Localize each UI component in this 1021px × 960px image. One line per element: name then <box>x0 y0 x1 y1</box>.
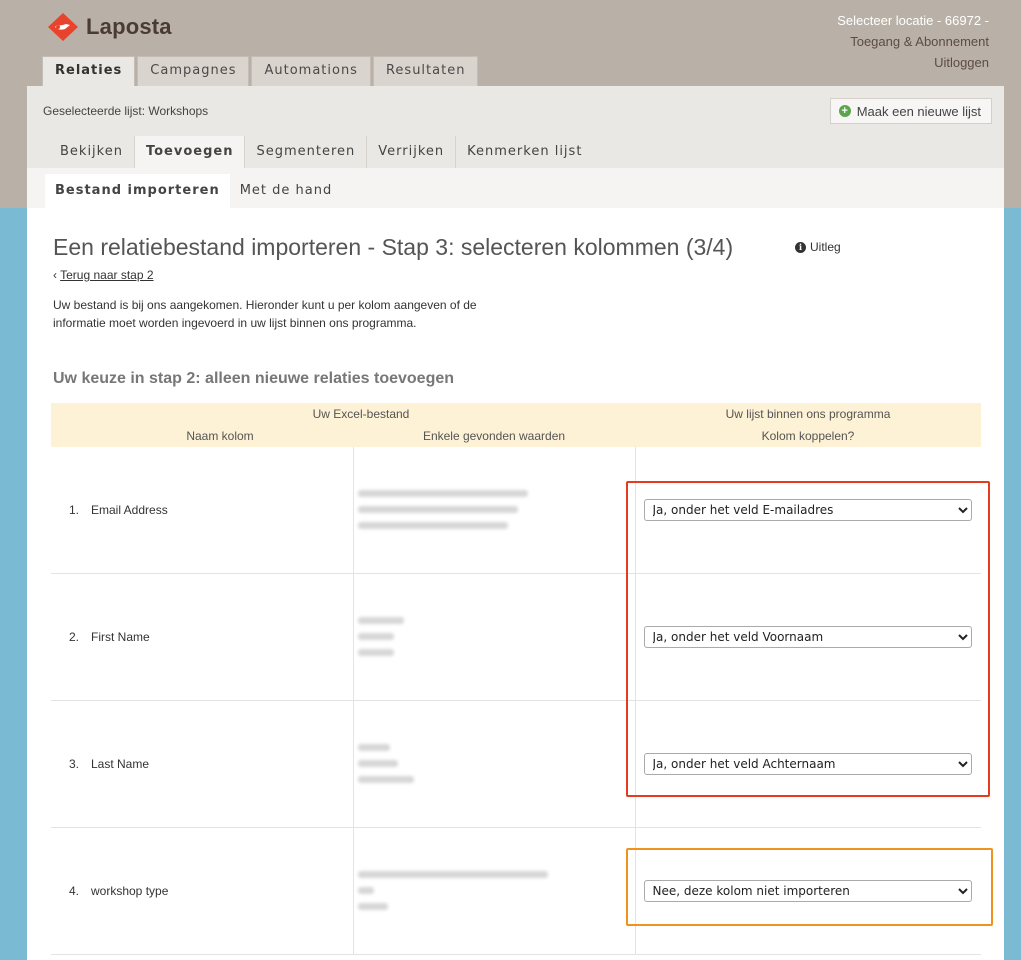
column-mapping-select[interactable]: Ja, onder het veld Achternaam <box>643 752 972 775</box>
header-num <box>51 425 87 447</box>
logo[interactable]: Laposta <box>46 12 172 42</box>
header-found-values: Enkele gevonden waarden <box>353 425 635 447</box>
row-number: 1. <box>51 447 87 574</box>
logo-text: Laposta <box>86 14 172 39</box>
table-row: 3. Last Name Ja, onder het veld Achterna… <box>51 700 981 828</box>
main-content: Een relatiebestand importeren - Stap 3: … <box>27 208 1004 960</box>
found-values-redacted <box>352 700 635 828</box>
help-link[interactable]: i Uitleg <box>795 240 841 254</box>
column-mapping-select[interactable]: Ja, onder het veld Voornaam <box>643 625 972 648</box>
mapping-cell: Ja, onder het veld Voornaam <box>634 573 981 701</box>
chevron-left-icon: ‹ <box>53 268 57 282</box>
sub-tabs: Bekijken Toevoegen Segmenteren Verrijken… <box>27 136 1004 168</box>
found-values-redacted <box>352 827 635 955</box>
selected-list-label: Geselecteerde lijst: Workshops <box>43 104 209 118</box>
back-link-label: Terug naar stap 2 <box>60 268 154 282</box>
found-values-redacted <box>352 573 635 701</box>
column-name: First Name <box>87 573 353 701</box>
logout-link[interactable]: Uitloggen <box>837 52 989 73</box>
header-column-name: Naam kolom <box>87 425 353 447</box>
column-mapping-select[interactable]: Ja, onder het veld E-mailadres <box>643 498 972 521</box>
tab-verrijken[interactable]: Verrijken <box>367 136 457 168</box>
table-row: 2. First Name Ja, onder het veld Voornaa… <box>51 573 981 701</box>
mapping-cell: Nee, deze kolom niet importeren <box>634 827 981 955</box>
import-tabs: Bestand importeren Met de hand <box>27 168 1004 208</box>
page-title: Een relatiebestand importeren - Stap 3: … <box>53 234 734 260</box>
tab-bestand-importeren[interactable]: Bestand importeren <box>45 174 230 208</box>
column-name: workshop type <box>87 827 353 955</box>
new-list-label: Maak een nieuwe lijst <box>856 103 981 119</box>
tab-segmenteren[interactable]: Segmenteren <box>245 136 368 168</box>
info-icon: i <box>795 241 806 253</box>
group-header-program: Uw lijst binnen ons programma <box>635 403 981 425</box>
column-name: Email Address <box>87 447 353 574</box>
row-number: 4. <box>51 827 87 955</box>
group-header-excel: Uw Excel-bestand <box>87 403 635 425</box>
header-empty <box>51 403 87 425</box>
list-bar: Geselecteerde lijst: Workshops + Maak ee… <box>27 86 1004 136</box>
column-mapping-table: Uw Excel-bestand Uw lijst binnen ons pro… <box>51 403 981 955</box>
mapping-cell: Ja, onder het veld Achternaam <box>634 700 981 828</box>
location-selector[interactable]: Selecteer locatie - 66972 - <box>837 10 989 31</box>
tab-resultaten[interactable]: Resultaten <box>372 56 479 86</box>
intro-text: Uw bestand is bij ons aangekomen. Hieron… <box>53 298 477 330</box>
tab-campagnes[interactable]: Campagnes <box>137 56 250 86</box>
tab-toevoegen[interactable]: Toevoegen <box>134 136 246 168</box>
new-list-button[interactable]: + Maak een nieuwe lijst <box>829 98 992 124</box>
mapping-cell: Ja, onder het veld E-mailadres <box>634 447 981 574</box>
tab-met-de-hand[interactable]: Met de hand <box>230 174 343 208</box>
choice-heading: Uw keuze in stap 2: alleen nieuwe relati… <box>53 370 455 387</box>
row-number: 3. <box>51 700 87 828</box>
help-link-label: Uitleg <box>810 240 841 254</box>
column-name: Last Name <box>87 700 353 828</box>
column-mapping-select[interactable]: Nee, deze kolom niet importeren <box>643 879 972 902</box>
main-tabs: Relaties Campagnes Automations Resultate… <box>42 56 480 86</box>
row-number: 2. <box>51 573 87 701</box>
plus-circle-icon: + <box>838 105 851 117</box>
laposta-logo-icon <box>46 12 80 42</box>
tab-bekijken[interactable]: Bekijken <box>49 136 135 168</box>
tab-automations[interactable]: Automations <box>251 56 371 86</box>
back-link[interactable]: ‹ Terug naar stap 2 <box>53 268 154 282</box>
account-link[interactable]: Toegang & Abonnement <box>837 31 989 52</box>
table-row: 4. workshop type Nee, deze kolom niet im… <box>51 827 981 955</box>
found-values-redacted <box>352 447 635 574</box>
tab-kenmerken-lijst[interactable]: Kenmerken lijst <box>456 136 593 168</box>
header-link-column: Kolom koppelen? <box>635 425 981 447</box>
tab-relaties[interactable]: Relaties <box>42 56 136 86</box>
account-menu: Selecteer locatie - 66972 - Toegang & Ab… <box>837 10 989 73</box>
table-row: 1. Email Address Ja, onder het veld E-ma… <box>51 447 981 574</box>
